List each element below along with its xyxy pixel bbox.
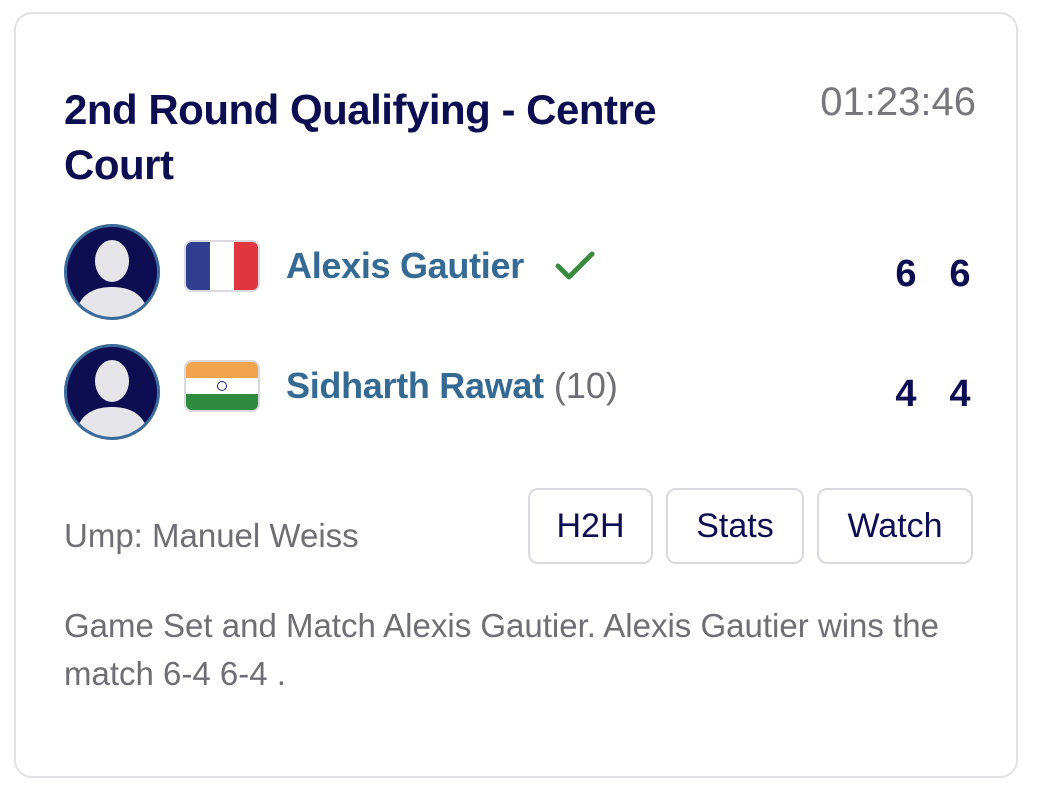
player-row-1: Alexis Gautier 6 6 [64,224,984,320]
match-card: 2nd Round Qualifying - Centre Court 01:2… [14,12,1018,778]
match-title: 2nd Round Qualifying - Centre Court [64,86,657,188]
player-name-group: Sidharth Rawat (10) [286,364,618,408]
match-clock: 01:23:46 [820,80,976,124]
player-row-2: Sidharth Rawat (10) 4 4 [64,344,984,440]
set-score: 6 [895,253,917,295]
stats-button[interactable]: Stats [666,488,804,564]
umpire-label: Ump: Manuel Weiss [64,517,359,554]
h2h-button[interactable]: H2H [528,488,653,564]
watch-button[interactable]: Watch [817,488,973,564]
player-name-link[interactable]: Sidharth Rawat [286,365,544,407]
india-flag-icon [184,360,260,412]
player-name-group: Alexis Gautier [286,244,596,288]
player-avatar-icon [64,224,160,320]
match-summary: Game Set and Match Alexis Gautier. Alexi… [64,607,939,692]
set-score: 4 [949,373,971,415]
set-score: 4 [895,373,917,415]
player-seed: (10) [553,365,618,406]
player-avatar-icon [64,344,160,440]
france-flag-icon [184,240,260,292]
set-score: 6 [949,253,971,295]
winner-check-icon [554,249,596,283]
chakra-icon [217,381,227,391]
player-name-link[interactable]: Alexis Gautier [286,245,524,287]
